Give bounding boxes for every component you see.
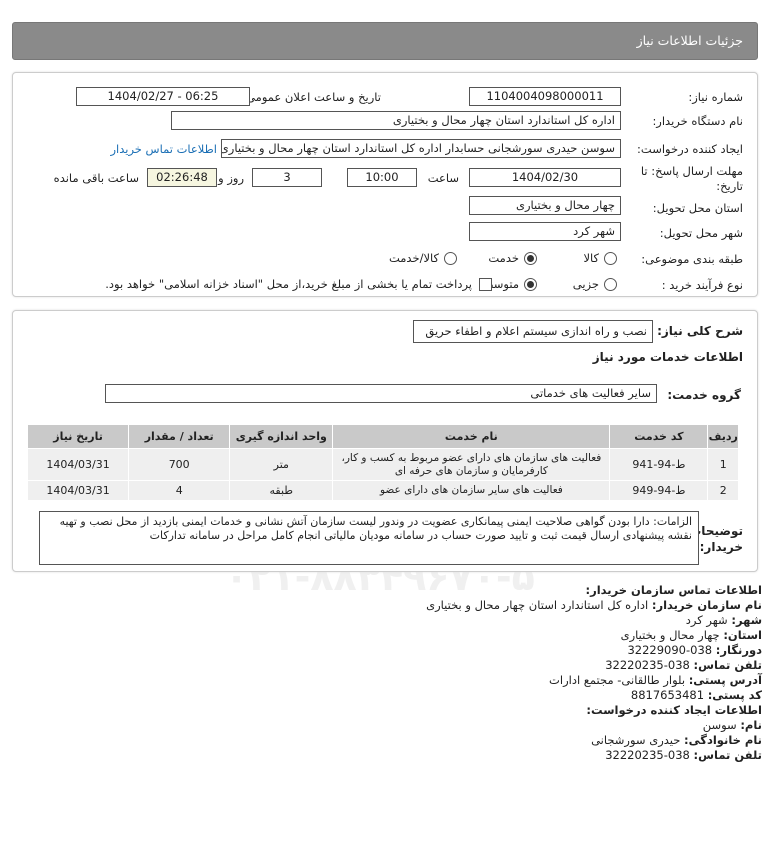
requester-label: ایجاد کننده درخواست:	[637, 142, 743, 156]
col-header-service-code: کد خدمت	[609, 424, 709, 449]
cell-service-code: ط-94-949	[609, 480, 709, 501]
buyer-notes-box: الزامات: دارا بودن گواهی صلاحیت ایمنی پی…	[39, 511, 699, 565]
remaining-label: ساعت باقی مانده	[53, 171, 139, 185]
deadline-date-field: 1404/02/30	[469, 168, 621, 187]
info-panel: شماره نیاز: 1104004098000011 تاریخ و ساع…	[12, 72, 758, 297]
category-option-service: خدمت	[488, 251, 519, 265]
category-label: طبقه بندی موضوعی:	[641, 252, 743, 266]
notes-label-2: خریدار:	[699, 540, 743, 554]
contact-title: اطلاعات تماس سازمان خریدار:	[585, 583, 762, 597]
cell-unit: طبقه	[229, 480, 334, 501]
creator-name-row: نام: سوسن	[702, 718, 762, 732]
province-field: چهار محال و بختیاری	[469, 196, 621, 215]
need-number-field: 1104004098000011	[469, 87, 621, 106]
cell-need-date: 1404/03/31	[26, 480, 130, 501]
buyer-contact-link[interactable]: اطلاعات تماس خریدار	[110, 142, 217, 156]
contact-postal: 8817653481	[630, 688, 705, 702]
process-label: نوع فرآیند خرید :	[661, 278, 743, 292]
creator-phone: 038-32220235	[605, 748, 690, 762]
summary-field: نصب و راه اندازی سیستم اعلام و اطفاء حری…	[413, 320, 653, 343]
creator-family-row: نام خانوادگی: حیدری سورشجانی	[591, 733, 762, 747]
deadline-label-2: تاریخ:	[716, 179, 743, 193]
contact-city: شهر کرد	[685, 613, 728, 627]
contact-phone-row: تلفن تماس: 038-32220235	[605, 658, 762, 672]
treasury-payment-note: پرداخت تمام یا بخشی از مبلغ خرید،از محل …	[105, 277, 472, 291]
contact-org-row: نام سازمان خریدار: اداره کل استاندارد اس…	[426, 598, 762, 612]
process-radio-medium[interactable]	[524, 278, 537, 291]
service-group-field: سایر فعالیت های خدماتی	[105, 384, 657, 403]
col-header-need-date: تاریخ نیاز	[26, 424, 130, 449]
announce-field: 1404/02/27 - 06:25	[76, 87, 250, 106]
col-header-service-name: نام خدمت	[332, 424, 611, 449]
treasury-payment-checkbox[interactable]	[479, 278, 492, 291]
cell-row-number: 2	[707, 480, 739, 501]
services-title: اطلاعات خدمات مورد نیاز	[592, 350, 743, 364]
table-header-row: ردیف کد خدمت نام خدمت واحد اندازه گیری ت…	[26, 424, 739, 449]
cell-service-name: فعالیت های سازمان های دارای عضو مربوط به…	[332, 448, 611, 481]
col-header-quantity: تعداد / مقدار	[128, 424, 231, 449]
deadline-time-field: 10:00	[347, 168, 417, 187]
contact-city-row: شهر: شهر کرد	[685, 613, 762, 627]
days-label: روز و	[218, 171, 244, 185]
category-option-goods-service: کالا/خدمت	[388, 251, 439, 265]
announce-label: تاریخ و ساعت اعلان عمومی:	[242, 90, 381, 104]
process-radio-minor[interactable]	[604, 278, 617, 291]
contact-org: اداره کل استاندارد استان چهار محال و بخت…	[426, 598, 649, 612]
creator-name: سوسن	[702, 718, 737, 732]
contact-fax-row: دورنگار: 038-32229090	[627, 643, 762, 657]
cell-unit: متر	[229, 448, 334, 481]
province-label: استان محل تحویل:	[652, 201, 743, 215]
contact-address: بلوار طالقانی- مجتمع ادارات	[549, 673, 686, 687]
col-header-unit: واحد اندازه گیری	[229, 424, 334, 449]
col-header-row-number: ردیف	[707, 424, 739, 449]
creator-phone-row: تلفن تماس: 038-32220235	[605, 748, 762, 762]
cell-service-code: ط-94-941	[609, 448, 709, 481]
category-option-goods: کالا	[583, 251, 599, 265]
service-group-label: گروه خدمت:	[667, 388, 741, 402]
page-title: جزئیات اطلاعات نیاز	[636, 33, 743, 48]
contact-province-row: استان: چهار محال و بختیاری	[620, 628, 762, 642]
city-label: شهر محل تحویل:	[659, 226, 743, 240]
category-radio-service[interactable]	[524, 252, 537, 265]
contact-phone: 038-32220235	[605, 658, 690, 672]
cell-row-number: 1	[707, 448, 739, 481]
summary-label: شرح کلی نیاز:	[657, 324, 743, 338]
creator-family: حیدری سورشجانی	[591, 733, 681, 747]
need-number-label: شماره نیاز:	[688, 90, 743, 104]
deadline-label-1: مهلت ارسال پاسخ: تا	[640, 164, 743, 178]
contact-province: چهار محال و بختیاری	[620, 628, 720, 642]
services-table: ردیف کد خدمت نام خدمت واحد اندازه گیری ت…	[26, 424, 739, 501]
days-field: 3	[252, 168, 322, 187]
announce-value: 1404/02/27 - 06:25	[107, 89, 219, 103]
category-radio-goods-service[interactable]	[444, 252, 457, 265]
cell-quantity: 700	[128, 448, 231, 481]
deadline-time-label: ساعت	[427, 171, 459, 185]
cell-quantity: 4	[128, 480, 231, 501]
contact-fax: 038-32229090	[627, 643, 713, 657]
need-details-page: ParsNamadData ۰۲۱-۸۸۳۴۹۶۷۰-۵ جزئیات اطلا…	[0, 0, 770, 845]
city-field: شهر کرد	[469, 222, 621, 241]
need-panel: شرح کلی نیاز: نصب و راه اندازی سیستم اعل…	[12, 310, 758, 572]
buyer-org-label: نام دستگاه خریدار:	[652, 114, 743, 128]
contact-postal-row: کد پستی: 8817653481	[630, 688, 762, 702]
creator-title: اطلاعات ایجاد کننده درخواست:	[586, 703, 762, 717]
category-radio-goods[interactable]	[604, 252, 617, 265]
contact-address-row: آدرس پستی: بلوار طالقانی- مجتمع ادارات	[549, 673, 762, 687]
table-row: 1 ط-94-941 فعالیت های سازمان های دارای ع…	[26, 448, 739, 481]
page-header: جزئیات اطلاعات نیاز	[12, 22, 758, 60]
table-row: 2 ط-94-949 فعالیت های سایر سازمان های دا…	[26, 480, 739, 501]
cell-service-name: فعالیت های سایر سازمان های دارای عضو	[332, 480, 611, 501]
process-option-minor: جزیی	[572, 277, 599, 291]
buyer-org-field: اداره کل استاندارد استان چهار محال و بخت…	[171, 111, 621, 130]
requester-field: سوسن حیدری سورشجانی حسابدار اداره کل است…	[221, 139, 621, 158]
remaining-time-field: 02:26:48	[147, 168, 217, 187]
cell-need-date: 1404/03/31	[26, 448, 130, 481]
